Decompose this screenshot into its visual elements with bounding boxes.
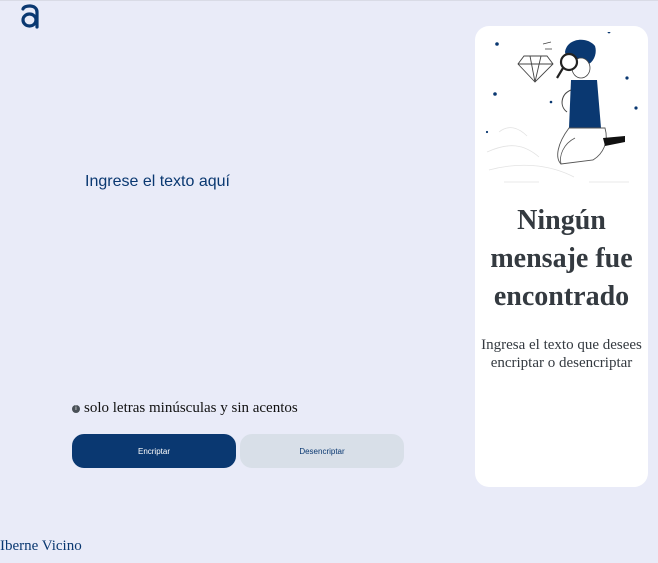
decrypt-button[interactable]: Desencriptar bbox=[240, 434, 404, 468]
info-circle-icon: i bbox=[72, 404, 80, 413]
footer-author: Iberne Vicino bbox=[0, 538, 82, 554]
result-panel: Ningún mensaje fue encontrado Ingresa el… bbox=[475, 26, 648, 487]
alura-logo-icon bbox=[21, 4, 39, 29]
text-input[interactable]: Ingrese el texto aquí bbox=[85, 173, 230, 191]
encrypt-button[interactable]: Encriptar bbox=[72, 434, 236, 468]
person-with-magnifying-glass-illustration bbox=[485, 32, 638, 183]
empty-state-message: Ingresa el texto que desees encriptar o … bbox=[481, 337, 642, 371]
hint-text: solo letras minúsculas y sin acentos bbox=[84, 400, 298, 416]
hint: i solo letras minúsculas y sin acentos bbox=[72, 400, 298, 417]
top-border bbox=[0, 0, 658, 1]
empty-state-title: Ningún mensaje fue encontrado bbox=[490, 205, 633, 312]
